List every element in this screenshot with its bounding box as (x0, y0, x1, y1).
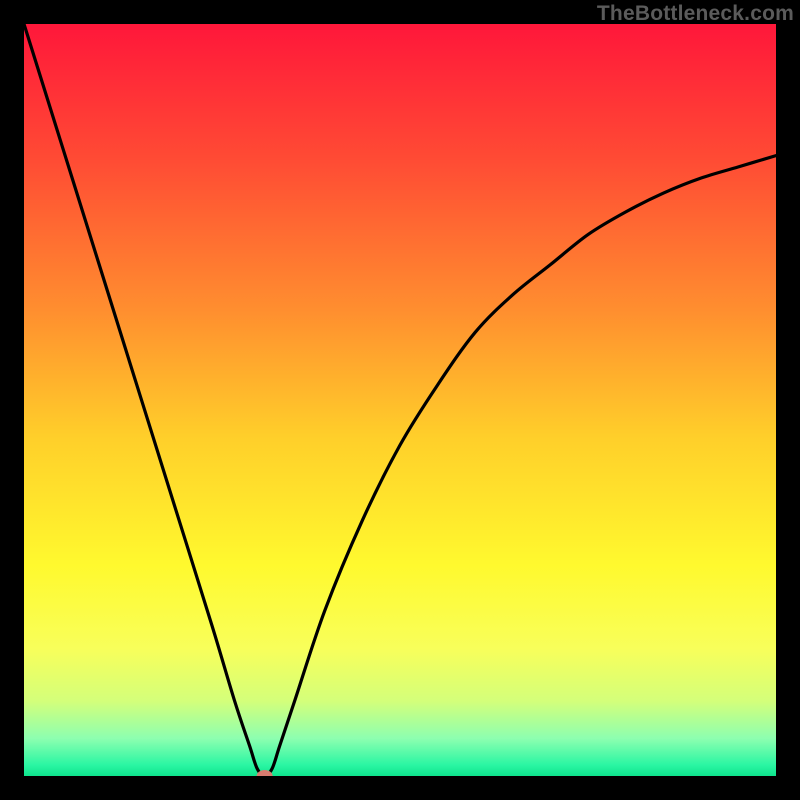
chart-frame (24, 24, 776, 776)
gradient-background (24, 24, 776, 776)
bottleneck-chart (24, 24, 776, 776)
watermark-text: TheBottleneck.com (597, 2, 794, 26)
